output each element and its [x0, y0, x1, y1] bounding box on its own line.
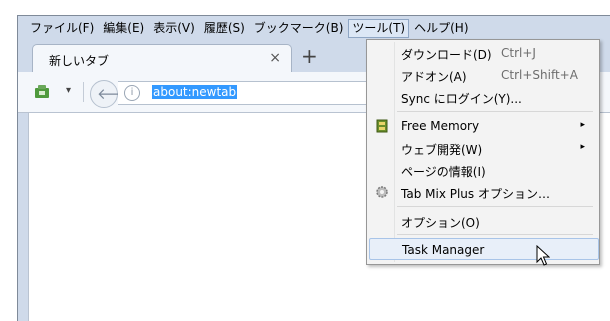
- menu-file[interactable]: ファイル(F): [26, 19, 98, 38]
- menu-item-label: オプション(O): [401, 216, 480, 230]
- home-icon[interactable]: [34, 83, 50, 99]
- toolbar-separator: [83, 82, 84, 102]
- menu-item-tab-mix-plus-options[interactable]: Tab Mix Plus オプション…: [369, 181, 597, 203]
- menu-view[interactable]: 表示(V): [149, 19, 199, 38]
- menu-tools[interactable]: ツール(T): [348, 19, 410, 38]
- menu-item-free-memory[interactable]: Free Memory ▸: [369, 115, 597, 137]
- menu-item-shortcut: Ctrl+J: [501, 46, 536, 60]
- toolbar-dropdown-icon[interactable]: ▾: [66, 85, 71, 96]
- close-tab-icon[interactable]: ×: [269, 50, 281, 66]
- url-text[interactable]: about:newtab: [152, 85, 238, 99]
- menu-item-sync-login[interactable]: Sync にログイン(Y)...: [369, 86, 597, 108]
- tab-title: 新しいタブ: [49, 54, 110, 68]
- menu-item-task-manager[interactable]: Task Manager: [369, 238, 599, 260]
- site-info-icon[interactable]: i: [124, 85, 140, 101]
- submenu-arrow-icon: ▸: [580, 120, 585, 130]
- menu-item-label: Free Memory: [401, 119, 480, 133]
- menu-bar: ファイル(F) 編集(E) 表示(V) 履歴(S) ブックマーク(B) ツール(…: [26, 18, 474, 39]
- mouse-cursor-icon: [536, 245, 550, 266]
- tools-menu: ダウンロード(D) Ctrl+J アドオン(A) Ctrl+Shift+A Sy…: [366, 39, 600, 265]
- menu-item-web-developer[interactable]: ウェブ開発(W) ▸: [369, 137, 597, 159]
- menu-item-addons[interactable]: アドオン(A) Ctrl+Shift+A: [369, 64, 597, 86]
- menu-item-label: Tab Mix Plus オプション…: [401, 187, 550, 201]
- menu-item-label: Sync にログイン(Y)...: [401, 92, 522, 106]
- new-tab-button[interactable]: +: [301, 46, 318, 66]
- menu-bookmarks[interactable]: ブックマーク(B): [250, 19, 348, 38]
- menu-edit[interactable]: 編集(E): [99, 19, 148, 38]
- submenu-arrow-icon: ▸: [580, 142, 585, 152]
- menu-item-label: Task Manager: [402, 243, 485, 257]
- menu-separator: [397, 206, 593, 207]
- menu-separator: [397, 111, 593, 112]
- menu-item-label: アドオン(A): [401, 70, 467, 84]
- menu-history[interactable]: 履歴(S): [200, 19, 249, 38]
- menu-item-label: ダウンロード(D): [401, 48, 492, 62]
- menu-help[interactable]: ヘルプ(H): [410, 19, 472, 38]
- menu-item-downloads[interactable]: ダウンロード(D) Ctrl+J: [369, 42, 597, 64]
- menu-item-label: ページの情報(I): [401, 165, 486, 179]
- back-button[interactable]: 🡐: [90, 80, 137, 108]
- tab-new-tab[interactable]: 新しいタブ ×: [32, 44, 292, 73]
- menu-item-shortcut: Ctrl+Shift+A: [501, 68, 578, 82]
- menu-item-label: ウェブ開発(W): [401, 143, 483, 157]
- memory-chip-icon: [376, 119, 388, 133]
- gear-icon: [376, 186, 388, 198]
- menu-item-page-info[interactable]: ページの情報(I): [369, 159, 597, 181]
- menu-separator: [397, 234, 593, 235]
- menu-item-options[interactable]: オプション(O): [369, 210, 597, 232]
